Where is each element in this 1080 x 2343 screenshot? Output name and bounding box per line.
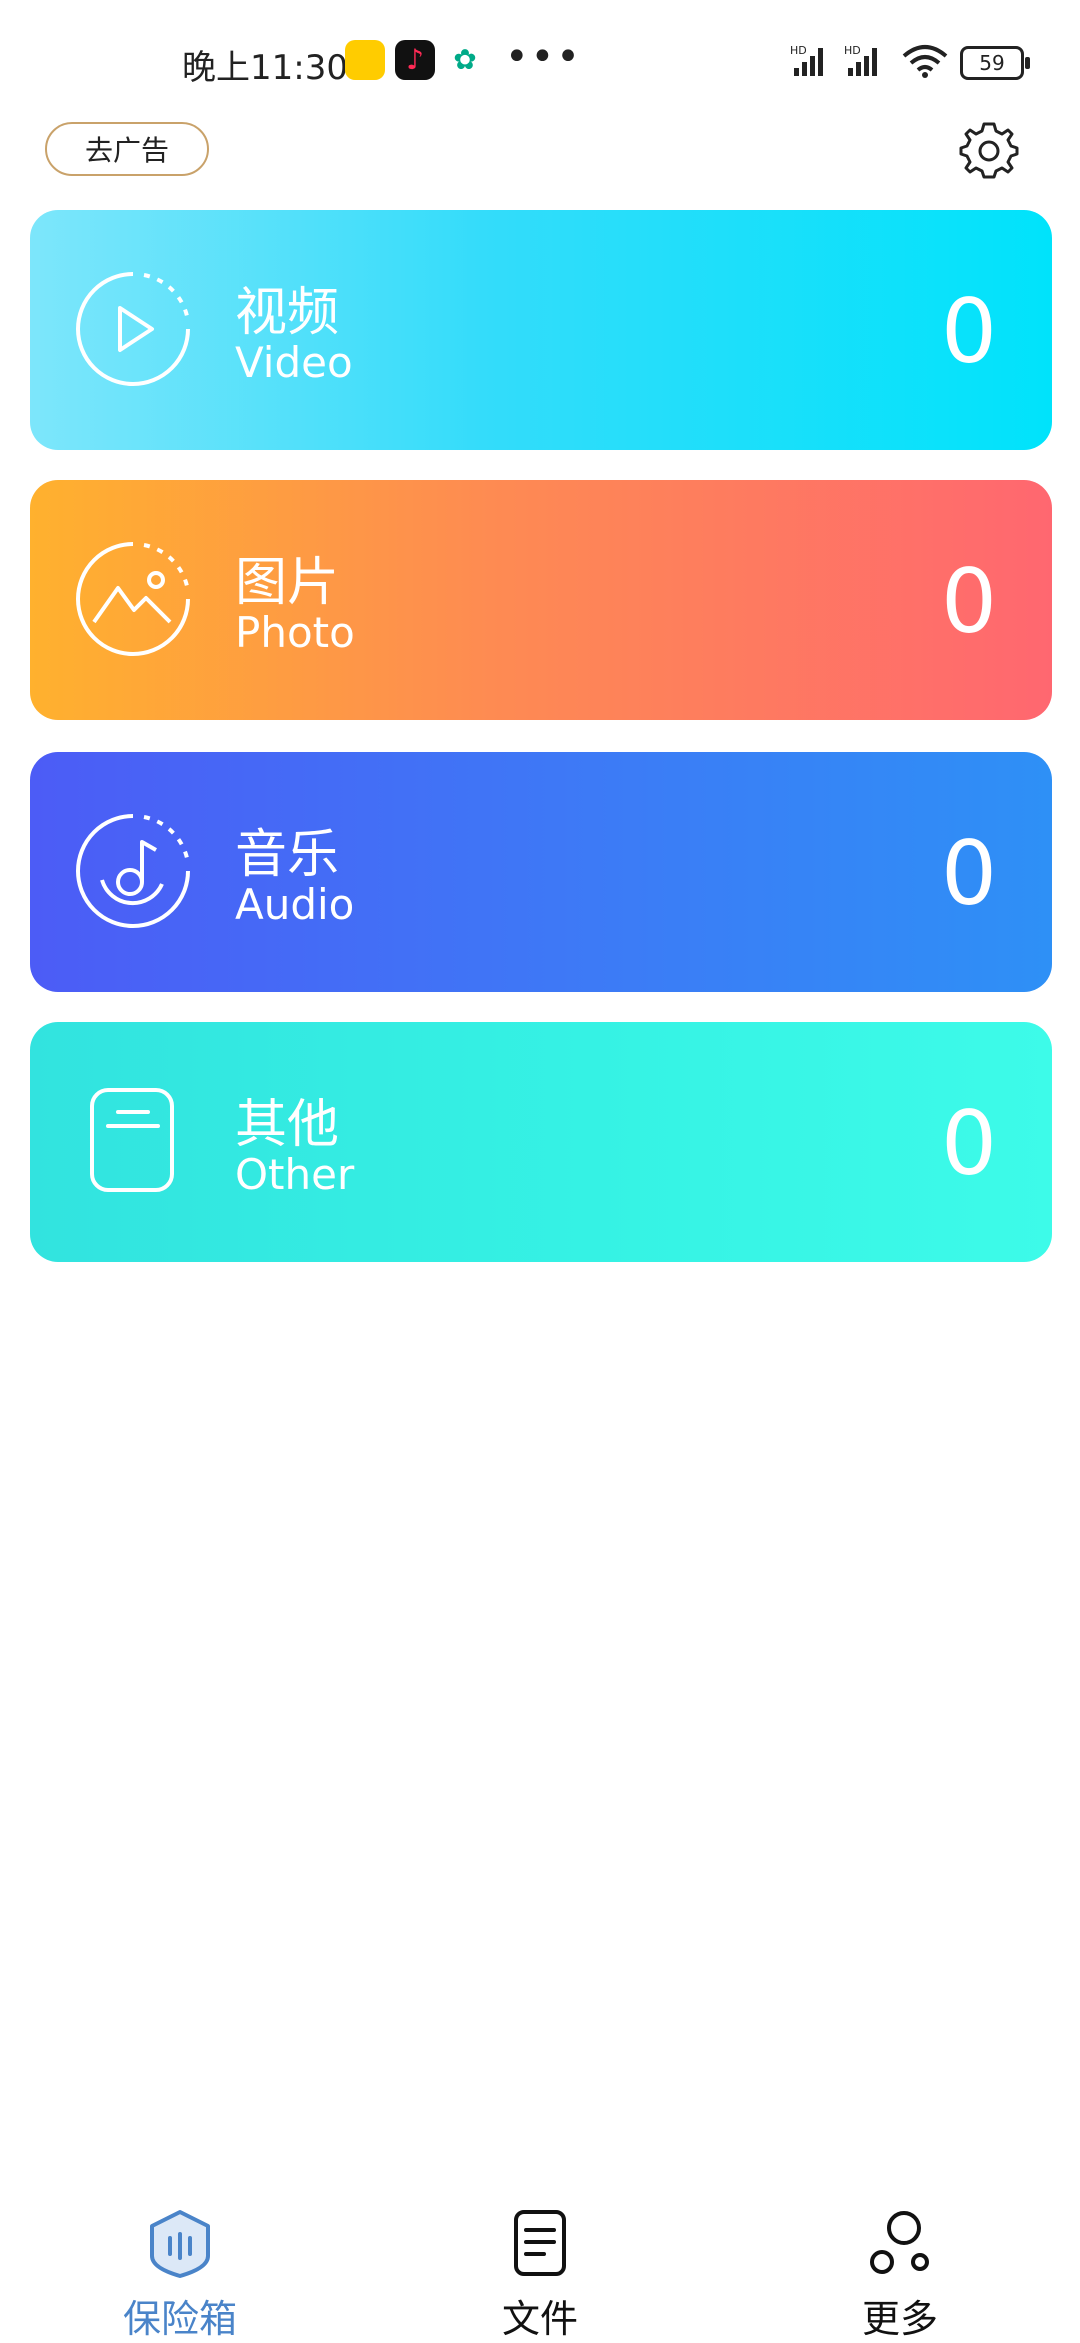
more-circles-icon xyxy=(870,2211,929,2274)
gear-icon[interactable] xyxy=(958,118,1020,180)
document-icon xyxy=(90,1088,174,1192)
bottom-tab-bar: 保险箱 文件 更多 xyxy=(0,2170,1080,2341)
other-category-card[interactable]: 其他 Other 0 xyxy=(30,1022,1052,1262)
category-subtitle: Video xyxy=(235,338,353,387)
mountain-photo-icon xyxy=(76,542,190,656)
wifi-icon xyxy=(902,45,948,78)
photo-category-card[interactable]: 图片 Photo 0 xyxy=(30,480,1052,720)
play-circle-icon xyxy=(76,272,190,386)
status-bar: 晚上11:30 ♪ ✿ ••• HD HD 59 xyxy=(0,0,1080,120)
tab-label: 文件 xyxy=(501,2297,578,2341)
shield-vault-icon xyxy=(150,2210,210,2278)
notes-app-icon xyxy=(345,40,385,80)
category-title: 图片 xyxy=(235,553,340,613)
tiktok-icon: ♪ xyxy=(395,40,435,80)
tab-files[interactable]: 文件 xyxy=(440,2208,640,2343)
category-title: 视频 xyxy=(235,283,340,343)
remove-ads-button[interactable]: 去广告 xyxy=(45,122,209,176)
more-notifications-icon: ••• xyxy=(505,34,582,80)
category-title: 其他 xyxy=(235,1095,340,1155)
music-disc-icon xyxy=(76,814,190,928)
signal-hd-icon: HD xyxy=(790,44,823,76)
wechat-icon: ✿ xyxy=(453,43,477,76)
tab-label: 更多 xyxy=(861,2297,938,2341)
status-time: 晚上11:30 xyxy=(182,48,348,88)
category-count: 0 xyxy=(941,550,997,653)
tab-vault[interactable]: 保险箱 xyxy=(80,2208,280,2343)
category-title: 音乐 xyxy=(235,825,340,885)
category-subtitle: Photo xyxy=(235,608,355,657)
tab-label: 保险箱 xyxy=(122,2297,237,2341)
category-count: 0 xyxy=(941,822,997,925)
audio-category-card[interactable]: 音乐 Audio 0 xyxy=(30,752,1052,992)
file-list-icon xyxy=(514,2210,566,2276)
category-count: 0 xyxy=(941,1092,997,1195)
signal-hd-icon: HD xyxy=(844,44,877,76)
svg-text:HD: HD xyxy=(844,44,861,57)
category-count: 0 xyxy=(941,280,997,383)
video-category-card[interactable]: 视频 Video 0 xyxy=(30,210,1052,450)
category-subtitle: Other xyxy=(235,1150,355,1199)
category-subtitle: Audio xyxy=(235,880,355,929)
tab-more[interactable]: 更多 xyxy=(800,2208,1000,2343)
svg-text:HD: HD xyxy=(790,44,807,57)
battery-icon: 59 xyxy=(960,46,1030,80)
